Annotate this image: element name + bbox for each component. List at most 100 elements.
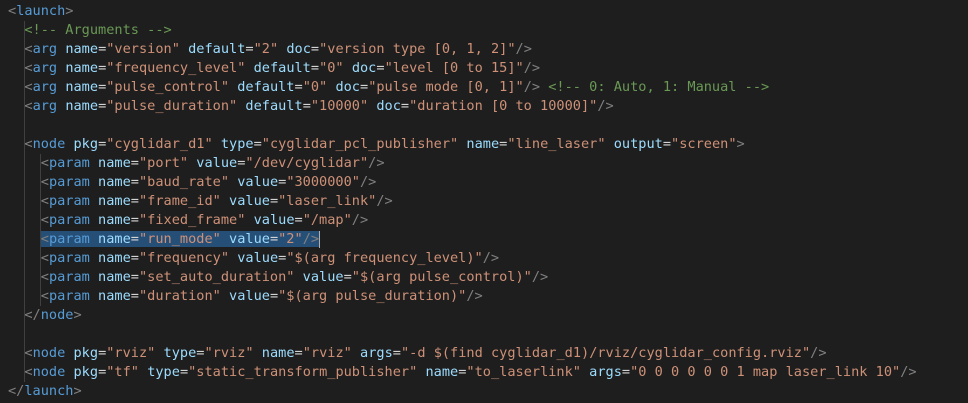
code-attribute-name: value: [229, 193, 270, 209]
code-equals: =: [294, 345, 303, 361]
code-line[interactable]: <!-- Arguments -->: [0, 21, 968, 40]
code-content: <arg name="frequency_level" default="0" …: [24, 60, 540, 76]
code-attribute-value: "2": [253, 41, 279, 57]
code-line[interactable]: </node>: [0, 306, 968, 325]
code-attribute-value: "version": [106, 41, 180, 57]
selected-code: <param name="run_mode" value="2"/>: [40, 231, 320, 247]
code-punctuation: >: [65, 3, 74, 19]
code-attribute-value: "line_laser": [507, 136, 606, 152]
code-line[interactable]: </launch>: [0, 382, 968, 401]
code-tag-name: arg: [32, 60, 58, 76]
code-line[interactable]: <launch>: [0, 2, 968, 21]
code-attribute-name: name: [98, 250, 131, 266]
code-line[interactable]: [0, 325, 968, 344]
code-attribute-name: args: [589, 364, 622, 380]
code-attribute-value: "$(arg frequency_level)": [286, 250, 483, 266]
code-punctuation: />: [359, 174, 377, 190]
code-attribute-value: "10000": [310, 98, 369, 114]
code-attribute-name: value: [229, 288, 270, 304]
code-line[interactable]: [0, 116, 968, 135]
code-equals: =: [302, 98, 311, 114]
code-line[interactable]: <param name="frequency" value="$(arg fre…: [0, 249, 968, 268]
code-attribute-name: value: [253, 212, 295, 228]
code-attribute-name: output: [613, 136, 663, 152]
code-attribute-value: "0 0 0 0 0 0 1 map laser_link 10": [630, 364, 901, 380]
indent-guide: [40, 268, 41, 287]
code-tag-name: param: [48, 193, 90, 209]
code-equals: =: [130, 193, 139, 209]
code-punctuation: <: [24, 136, 33, 152]
code-line[interactable]: <node pkg="rviz" type="rviz" name="rviz"…: [0, 344, 968, 363]
code-attribute-value: "2": [278, 231, 303, 247]
code-attribute-value: "to_laserlink": [466, 364, 581, 380]
code-punctuation: />: [810, 345, 827, 361]
code-attribute-value: "cyglidar_pcl_publisher": [261, 136, 459, 152]
code-line[interactable]: <param name="frame_id" value="laser_link…: [0, 192, 968, 211]
code-line[interactable]: <arg name="frequency_level" default="0" …: [0, 59, 968, 78]
text-cursor: [319, 230, 321, 248]
code-content: <arg name="pulse_control" default="0" do…: [24, 79, 769, 95]
code-line[interactable]: <param name="run_mode" value="2"/>: [0, 230, 968, 249]
indent-guide: [24, 325, 25, 344]
code-line[interactable]: <arg name="pulse_control" default="0" do…: [0, 78, 968, 97]
code-line[interactable]: <param name="fixed_frame" value="/map"/>: [0, 211, 968, 230]
code-attribute-name: doc: [376, 98, 401, 114]
code-line[interactable]: <node pkg="tf" type="static_transform_pu…: [0, 363, 968, 382]
code-punctuation: <: [40, 269, 49, 285]
indent-guide: [24, 97, 25, 116]
code-line[interactable]: <arg name="pulse_duration" default="1000…: [0, 97, 968, 116]
code-punctuation: <: [8, 3, 17, 19]
code-attribute-name: name: [98, 174, 131, 190]
code-punctuation: />: [900, 364, 917, 380]
code-content: <param name="fixed_frame" value="/map"/>: [41, 212, 368, 228]
code-equals: =: [392, 345, 401, 361]
code-attribute-name: type: [147, 364, 180, 380]
code-punctuation: />: [523, 79, 541, 95]
code-line[interactable]: <param name="port" value="/dev/cyglidar"…: [0, 154, 968, 173]
code-tag-name: node: [32, 345, 66, 361]
indent-guide: [40, 154, 41, 173]
code-attribute-name: name: [425, 364, 459, 380]
code-punctuation: />: [515, 41, 532, 57]
code-attribute-name: name: [65, 60, 99, 76]
code-line[interactable]: <arg name="version" default="2" doc="ver…: [0, 40, 968, 59]
code-attribute-value: "laser_link": [278, 193, 377, 209]
code-attribute-name: doc: [286, 41, 311, 57]
indent-guide: [24, 21, 25, 40]
code-line[interactable]: <node pkg="cyglidar_d1" type="cyglidar_p…: [0, 135, 968, 154]
code-attribute-value: "frequency_level": [106, 60, 246, 76]
code-punctuation: <: [40, 250, 49, 266]
code-punctuation: <: [40, 288, 49, 304]
indent-guide: [24, 306, 25, 325]
code-tag-name: param: [48, 231, 90, 247]
code-punctuation: <: [24, 41, 33, 57]
code-attribute-value: "set_auto_duration": [138, 269, 295, 285]
indent-guide: [24, 173, 25, 192]
code-editor[interactable]: <launch> <!-- Arguments --> < arg name = "v…: [0, 0, 968, 403]
code-attribute-name: name: [98, 231, 131, 247]
code-attribute-value: "$(arg pulse_duration)": [278, 288, 467, 304]
code-attribute-name: name: [98, 155, 131, 171]
code-content: <!-- Arguments -->: [24, 22, 171, 38]
code-tag-name: node: [40, 307, 74, 323]
code-equals: =: [179, 364, 189, 380]
code-attribute-value: "$(arg pulse_control)": [351, 269, 532, 285]
code-attribute-name: name: [65, 41, 99, 57]
code-attribute-value: "cyglidar_d1": [106, 136, 213, 152]
code-line[interactable]: <param name="baud_rate" value="3000000"/…: [0, 173, 968, 192]
code-line[interactable]: <param name="duration" value="$(arg puls…: [0, 287, 968, 306]
code-equals: =: [245, 41, 254, 57]
code-attribute-value: "frequency": [138, 250, 230, 266]
code-line[interactable]: <param name="set_auto_duration" value="$…: [0, 268, 968, 287]
